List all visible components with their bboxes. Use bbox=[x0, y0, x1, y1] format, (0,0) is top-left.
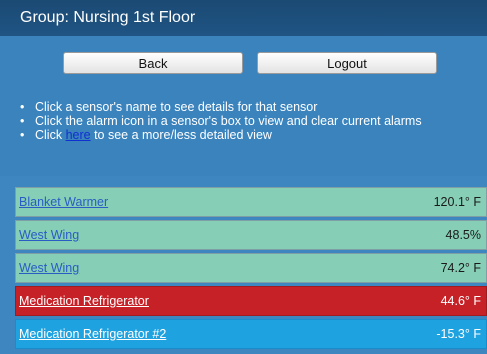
page-title: Group: Nursing 1st Floor bbox=[20, 9, 196, 26]
page-header: Group: Nursing 1st Floor bbox=[0, 0, 487, 36]
logout-button[interactable]: Logout bbox=[257, 52, 437, 74]
instruction-item: • Click here to see a more/less detailed … bbox=[20, 128, 422, 142]
sensor-name-link[interactable]: Medication Refrigerator bbox=[19, 287, 149, 315]
sensor-row-alarm[interactable]: Medication Refrigerator 44.6° F bbox=[15, 286, 487, 316]
sensor-row[interactable]: West Wing 48.5% bbox=[15, 220, 487, 250]
sensor-row-alarm[interactable]: Medication Refrigerator #2 -15.3° F bbox=[15, 319, 487, 349]
back-button[interactable]: Back bbox=[63, 52, 243, 74]
control-panel: Back Logout • Click a sensor's name to se… bbox=[0, 36, 487, 176]
instruction-text: Click a sensor's name to see details for… bbox=[35, 100, 318, 114]
sensor-value: -15.3° F bbox=[436, 327, 481, 341]
instructions-list: • Click a sensor's name to see details fo… bbox=[20, 100, 422, 142]
sensor-value: 48.5% bbox=[445, 228, 481, 242]
sensor-name-link[interactable]: Blanket Warmer bbox=[19, 188, 108, 216]
sensor-value: 120.1° F bbox=[433, 195, 481, 209]
instruction-item: • Click a sensor's name to see details fo… bbox=[20, 100, 422, 114]
sensor-row[interactable]: West Wing 74.2° F bbox=[15, 253, 487, 283]
sensor-row[interactable]: Blanket Warmer 120.1° F bbox=[15, 187, 487, 217]
instruction-text: Click the alarm icon in a sensor's box t… bbox=[35, 114, 422, 128]
instruction-item: • Click the alarm icon in a sensor's box … bbox=[20, 114, 422, 128]
sensor-name-link[interactable]: West Wing bbox=[19, 221, 79, 249]
instruction-text: Click bbox=[35, 128, 66, 142]
detail-view-link[interactable]: here bbox=[66, 128, 91, 142]
sensor-value: 44.6° F bbox=[440, 294, 481, 308]
sensor-list: Blanket Warmer 120.1° F West Wing 48.5% … bbox=[15, 187, 487, 352]
sensor-name-link[interactable]: Medication Refrigerator #2 bbox=[19, 320, 166, 348]
bullet-icon: • bbox=[20, 128, 25, 142]
instruction-text: to see a more/less detailed view bbox=[90, 128, 272, 142]
sensor-name-link[interactable]: West Wing bbox=[19, 254, 79, 282]
sensor-value: 74.2° F bbox=[440, 261, 481, 275]
bullet-icon: • bbox=[20, 114, 25, 128]
bullet-icon: • bbox=[20, 100, 25, 114]
